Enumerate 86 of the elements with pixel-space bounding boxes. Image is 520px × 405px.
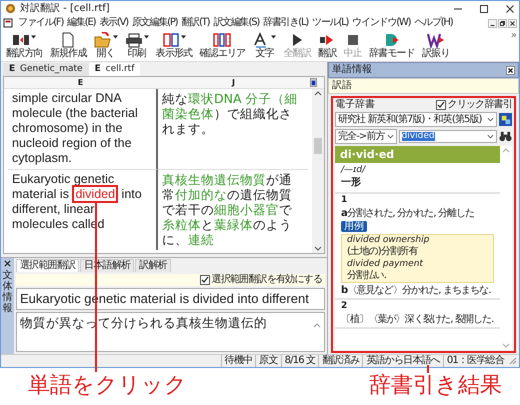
menu-item[interactable]: 辞書引き(L) xyxy=(261,17,310,29)
toolbar-button[interactable]: 表示形式 xyxy=(152,32,196,61)
close-icon[interactable] xyxy=(508,18,517,28)
menu-item[interactable]: ツール(L) xyxy=(310,17,350,29)
document-icon[interactable] xyxy=(3,18,13,28)
clicked-word[interactable]: divided xyxy=(72,185,118,203)
source-text: simple circular DNA molecule (the bacterial chromosome) in the nucleoid region of the cytoplasm. xyxy=(8,89,158,169)
lock-icon[interactable] xyxy=(310,78,317,87)
checkbox-label[interactable]: クリック辞書引 xyxy=(448,99,512,110)
definition: b〈意見など〉分かれた, まちまちな. xyxy=(341,284,491,296)
column-header: J xyxy=(232,78,235,88)
app-icon xyxy=(5,3,16,14)
scroll-up-icon[interactable] xyxy=(313,322,321,328)
minimize-icon[interactable] xyxy=(488,18,497,28)
status-item: 01：医学総合 xyxy=(442,355,507,367)
annotation-label: 単語をクリック xyxy=(28,372,187,400)
headword: di·vid·ed xyxy=(340,148,394,161)
bars-icon xyxy=(213,32,232,48)
window-title: 対訳翻訳 - [cell.rtf] xyxy=(20,2,110,14)
example-phrase: divided payment xyxy=(347,260,424,270)
mode-select[interactable]: 完全->前方 xyxy=(335,129,397,144)
toolbar-button[interactable]: 訳振り xyxy=(418,32,452,61)
scrollbar[interactable] xyxy=(312,89,324,253)
status-item: 翻訳済み xyxy=(318,355,362,367)
menu-item[interactable]: 編集(E) xyxy=(65,17,98,29)
panel-title: 単語情報 xyxy=(332,64,372,76)
document-tab[interactable]: E cell.rtf xyxy=(88,63,140,76)
example-badge[interactable]: 用例 xyxy=(341,220,367,232)
word-icon xyxy=(426,32,445,48)
toolbar-button[interactable]: 確認エリア xyxy=(196,32,248,61)
caret-icon xyxy=(386,134,394,139)
toolbar-button[interactable]: 文字 xyxy=(249,32,280,61)
printer-icon xyxy=(124,32,143,48)
annotation-label: 辞書引き結果 xyxy=(369,372,502,400)
toolbar-button[interactable]: 新規作成 xyxy=(46,32,90,61)
toolbar-button[interactable]: 翻訳方向 xyxy=(3,32,46,61)
section-label: 電子辞書 xyxy=(335,99,375,110)
restore-icon[interactable] xyxy=(498,18,507,28)
dictionary-select[interactable]: 研究社 新英和(第7版)・和英(第5版) xyxy=(335,112,497,127)
menu-item[interactable]: ファイル(F) xyxy=(16,17,66,29)
scroll-down-icon[interactable] xyxy=(314,246,322,251)
caret-icon xyxy=(487,134,494,139)
status-item: 8/16 文 xyxy=(280,355,318,367)
toolbar-button[interactable]: 翻訳 xyxy=(315,32,340,61)
translation-label: 訳語 xyxy=(328,78,519,94)
translation-text: 純な環状DNA 分子（細菌染色体）で組織化されます。 xyxy=(161,90,299,138)
binoculars-icon[interactable] xyxy=(499,130,512,143)
status-item: 原文 xyxy=(255,355,281,367)
example-phrase: divided ownership xyxy=(347,236,430,246)
menu-item[interactable]: 原文編集(P) xyxy=(130,17,180,29)
close-icon[interactable] xyxy=(4,260,11,267)
status-item: 待機中 xyxy=(220,355,256,367)
scrollbar-thumb[interactable] xyxy=(314,138,322,154)
document-tab[interactable]: E Genetic_mate xyxy=(3,63,89,76)
panel-tab[interactable]: 訳解析 xyxy=(135,259,171,272)
menu-item[interactable]: ウインドウ(W) xyxy=(350,17,412,29)
scroll-up-icon[interactable] xyxy=(314,91,322,96)
toolbar-button[interactable]: 辞書モード xyxy=(366,32,418,61)
resize-grip-icon[interactable] xyxy=(509,357,517,365)
translation-text: 真核生物遺伝物質が通常付加的なの遺伝物質で若干の細胞小器官で 糸粒体 と 葉緑体のように、連続 xyxy=(158,169,308,250)
sense-number: 1 xyxy=(341,196,348,206)
toolbar-button[interactable]: 印刷 xyxy=(122,32,152,61)
panel-tab[interactable]: 選択範囲翻訳 xyxy=(16,259,80,272)
menu-item[interactable]: 翻訳(T) xyxy=(179,17,212,29)
panel-label: 文体情報 xyxy=(2,270,12,314)
close-icon[interactable] xyxy=(506,66,515,74)
example-translation: 分割払い. xyxy=(347,270,388,281)
checkbox[interactable] xyxy=(200,275,210,285)
checkbox[interactable] xyxy=(436,100,446,110)
definition: 〔植〕〈葉が〉深く裂けた, 裂開した. xyxy=(341,314,494,325)
columns-icon xyxy=(162,32,180,48)
menu-item[interactable]: 表示(V) xyxy=(97,17,130,29)
menu-item[interactable]: ヘルプ(H) xyxy=(412,17,454,29)
overflow-chevron[interactable]: » xyxy=(510,30,517,42)
direction-icon xyxy=(12,32,30,48)
toolbar-button[interactable]: 開く xyxy=(90,32,121,61)
caret-icon xyxy=(487,117,494,122)
pronunciation: /—ɪd/ xyxy=(340,164,367,176)
definition: a分割された, 分かれた, 分離した xyxy=(341,208,474,219)
folder-icon xyxy=(94,32,112,48)
column-header: E xyxy=(78,78,84,88)
close-icon[interactable] xyxy=(505,4,515,14)
example-translation: (土地の)分割所有 xyxy=(347,246,419,257)
menu-item[interactable]: 訳文編集(S) xyxy=(211,17,262,29)
sense-number: 2 xyxy=(341,302,348,312)
maximize-icon[interactable] xyxy=(479,4,489,14)
